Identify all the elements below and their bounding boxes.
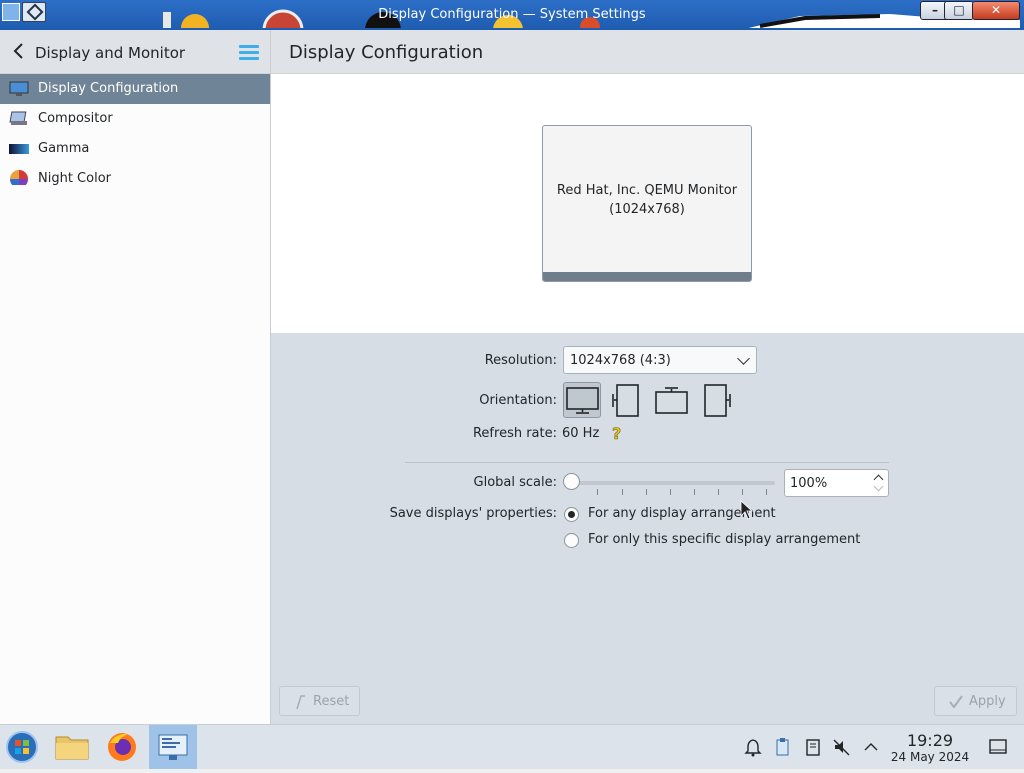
monitor-bottom-bar: [543, 272, 751, 281]
display-arrangement-area: Red Hat, Inc. QEMU Monitor (1024x768): [271, 74, 1024, 333]
page-title: Display Configuration: [289, 42, 484, 63]
sidebar-item-label: Gamma: [38, 141, 90, 156]
slider-tick: [670, 489, 671, 495]
slider-tick: [622, 489, 623, 495]
system-settings-icon: [158, 734, 188, 760]
notifications-icon[interactable]: [743, 737, 763, 757]
storage-icon[interactable]: [803, 737, 823, 757]
slider-tick: [742, 489, 743, 495]
resolution-label: Resolution:: [484, 353, 557, 368]
global-scale-slider[interactable]: [571, 481, 775, 485]
compositor-icon: [9, 111, 27, 125]
firefox-icon: [108, 733, 136, 761]
close-icon: ✕: [990, 3, 1002, 17]
tray-expand-icon[interactable]: [861, 737, 881, 757]
sidebar-header: Display and Monitor: [0, 30, 270, 74]
save-properties-label: Save displays' properties:: [389, 506, 557, 521]
sidebar-item-display-configuration[interactable]: Display Configuration: [0, 74, 270, 104]
section-divider: [405, 462, 889, 463]
sidebar-item-label: Compositor: [38, 111, 113, 126]
main-header: Display Configuration: [271, 30, 1024, 74]
orientation-portrait-right-button[interactable]: [698, 382, 736, 418]
radio-any-arrangement[interactable]: [564, 507, 579, 522]
checkmark-icon: [949, 695, 963, 709]
sidebar: Display and Monitor Display Configuratio…: [0, 30, 271, 724]
start-menu-button[interactable]: [0, 725, 48, 769]
window-titlebar[interactable]: Display Configuration — System Settings …: [0, 0, 1024, 30]
system-settings-button[interactable]: [149, 725, 197, 769]
taskbar: 19:29 24 May 2024: [0, 724, 1024, 769]
chevron-down-icon: [737, 352, 750, 365]
slider-tick: [597, 489, 598, 495]
landscape-icon: [566, 387, 599, 414]
clock-time[interactable]: 19:29: [880, 731, 980, 750]
firefox-button[interactable]: [98, 725, 146, 769]
volume-muted-icon[interactable]: [832, 737, 852, 757]
apply-button[interactable]: Apply: [934, 686, 1017, 716]
file-manager-button[interactable]: [48, 725, 96, 769]
spin-down-icon[interactable]: [873, 481, 884, 492]
clipboard-icon[interactable]: [772, 737, 792, 757]
back-arrow-icon[interactable]: [12, 42, 26, 60]
sidebar-item-compositor[interactable]: Compositor: [0, 104, 270, 134]
orientation-flipped-button[interactable]: [653, 382, 691, 418]
global-scale-spinbox[interactable]: 100%: [784, 469, 889, 497]
svg-text:?: ?: [612, 424, 621, 443]
display-config-icon: [9, 81, 29, 96]
close-button[interactable]: ✕: [972, 1, 1020, 20]
sidebar-item-night-color[interactable]: Night Color: [0, 164, 270, 194]
orientation-portrait-left-button[interactable]: [608, 382, 646, 418]
slider-tick: [694, 489, 695, 495]
main-panel: Display Configuration Red Hat, Inc. QEMU…: [271, 30, 1024, 724]
file-manager-icon: [55, 736, 89, 760]
slider-handle[interactable]: [563, 473, 580, 490]
resolution-value: 1024x768 (4:3): [570, 353, 671, 368]
orientation-label: Orientation:: [479, 393, 557, 408]
resolution-dropdown[interactable]: 1024x768 (4:3): [563, 346, 757, 374]
start-menu-icon: [6, 731, 38, 763]
sidebar-item-label: Display Configuration: [38, 81, 179, 96]
apply-button-label: Apply: [969, 694, 1006, 709]
radio-specific-arrangement-label[interactable]: For only this specific display arrangeme…: [588, 532, 860, 547]
window-title: Display Configuration — System Settings: [378, 7, 646, 22]
refresh-rate-label: Refresh rate:: [472, 426, 557, 441]
maximize-icon: □: [953, 3, 965, 17]
portrait-right-icon: [704, 384, 731, 417]
landscape-flipped-icon: [655, 387, 688, 414]
night-color-icon: [10, 170, 28, 185]
hamburger-menu-icon[interactable]: [239, 45, 259, 60]
reset-button[interactable]: Reset: [279, 686, 360, 716]
clock-date[interactable]: 24 May 2024: [880, 750, 980, 764]
refresh-rate-value: 60 Hz: [562, 426, 600, 441]
global-scale-label: Global scale:: [473, 475, 557, 490]
slider-tick: [718, 489, 719, 495]
reset-icon: [296, 695, 305, 710]
monitor-label: Red Hat, Inc. QEMU Monitor (1024x768): [543, 181, 751, 219]
reset-button-label: Reset: [313, 694, 350, 709]
global-scale-value: 100%: [790, 476, 828, 491]
sidebar-title: Display and Monitor: [35, 44, 186, 62]
sidebar-item-label: Night Color: [38, 171, 111, 186]
gamma-icon: [9, 144, 29, 154]
monitor-resolution: (1024x768): [609, 202, 685, 217]
portrait-left-icon: [612, 384, 639, 417]
mouse-cursor-icon: [740, 500, 754, 520]
orientation-landscape-button[interactable]: [563, 382, 601, 418]
monitor-name: Red Hat, Inc. QEMU Monitor: [556, 183, 738, 198]
radio-specific-arrangement[interactable]: [564, 533, 579, 548]
slider-tick: [766, 489, 767, 495]
slider-tick: [646, 489, 647, 495]
show-desktop-icon[interactable]: [988, 737, 1008, 757]
help-question-icon[interactable]: ?: [610, 424, 624, 444]
sidebar-item-gamma[interactable]: Gamma: [0, 134, 270, 164]
monitor-tile[interactable]: Red Hat, Inc. QEMU Monitor (1024x768): [542, 125, 752, 282]
maximize-button[interactable]: □: [944, 1, 974, 20]
